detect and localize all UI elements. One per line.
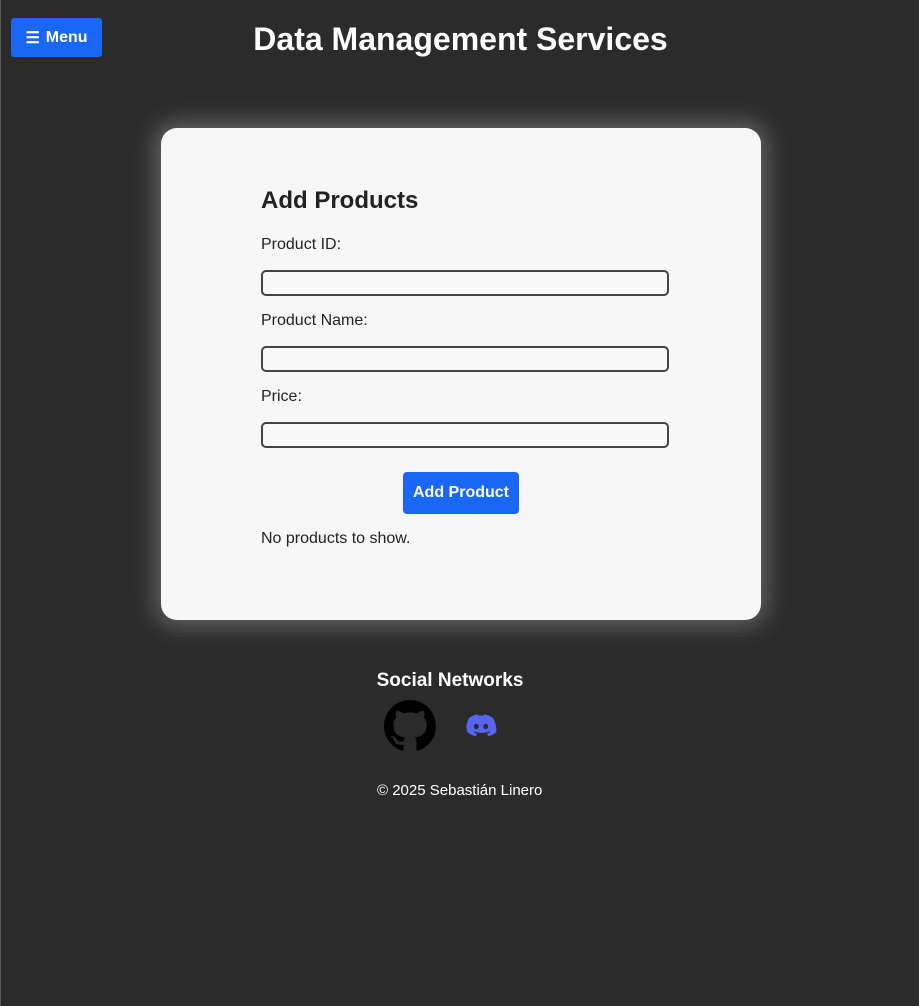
discord-icon xyxy=(466,714,497,737)
page-title: Data Management Services xyxy=(253,21,668,57)
github-link[interactable] xyxy=(384,700,436,752)
product-name-input[interactable] xyxy=(261,346,669,372)
add-products-card: Add Products Product ID: Product Name: P… xyxy=(161,128,761,620)
product-id-input[interactable] xyxy=(261,270,669,296)
add-product-button[interactable]: Add Product xyxy=(403,472,519,514)
empty-products-message: No products to show. xyxy=(261,530,411,547)
price-input[interactable] xyxy=(261,422,669,448)
social-networks-heading: Social Networks xyxy=(376,670,524,691)
product-name-label: Product Name: xyxy=(261,312,368,329)
github-icon xyxy=(384,700,436,751)
price-label: Price: xyxy=(261,388,302,405)
form-title: Add Products xyxy=(261,187,419,214)
discord-link[interactable] xyxy=(463,708,499,744)
product-id-label: Product ID: xyxy=(261,236,342,253)
copyright-text: © 2025 Sebastián Linero xyxy=(377,782,543,799)
